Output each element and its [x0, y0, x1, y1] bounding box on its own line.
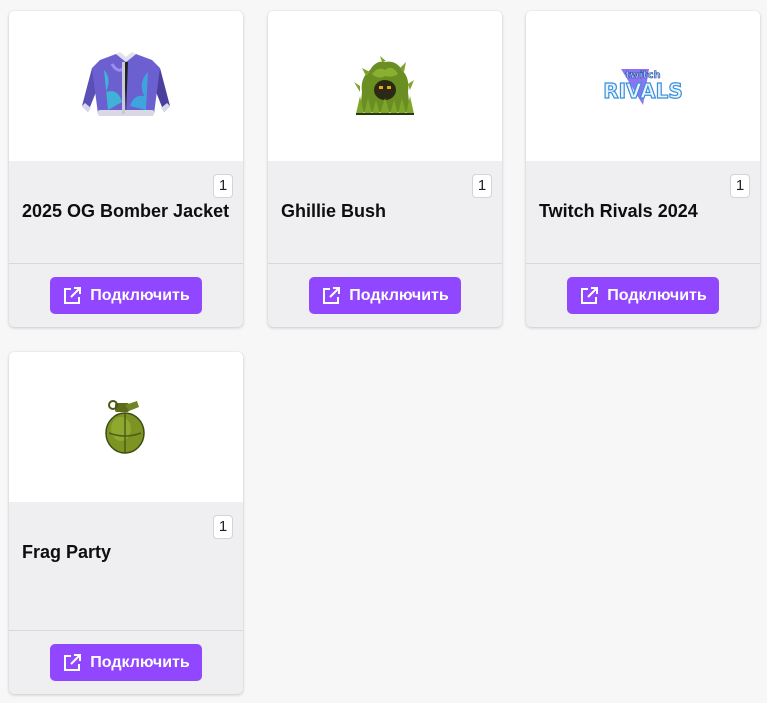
external-link-icon [62, 286, 82, 306]
drop-title: Frag Party [22, 542, 112, 562]
drop-title: 2025 OG Bomber Jacket [22, 201, 230, 221]
quantity-badge: 1 [213, 174, 233, 198]
bomber-jacket-icon [82, 52, 170, 116]
card-actions: Подключить [9, 264, 243, 327]
connect-button-label: Подключить [607, 286, 707, 304]
twitch-rivals-logo: twitch RIVALS [603, 69, 683, 105]
drop-thumbnail: twitch RIVALS [526, 11, 760, 161]
ghillie-bush-icon [354, 56, 414, 115]
connect-button-label: Подключить [349, 286, 449, 304]
external-link-icon [579, 286, 599, 306]
quantity-badge: 1 [213, 515, 233, 539]
drop-title: Ghillie Bush [281, 201, 387, 221]
connect-button[interactable]: Подключить [567, 277, 719, 314]
connect-button[interactable]: Подключить [50, 644, 202, 681]
drop-info: 1 Frag Party [9, 502, 243, 630]
drops-grid: 1 2025 OG Bomber Jacket Подключить 1 Ghi… [0, 0, 767, 703]
drop-card: 1 Frag Party Подключить [9, 352, 243, 694]
external-link-icon [321, 286, 341, 306]
drop-title: Twitch Rivals 2024 [539, 201, 698, 221]
connect-button[interactable]: Подключить [50, 277, 202, 314]
card-actions: Подключить [268, 264, 502, 327]
drop-card: 1 2025 OG Bomber Jacket Подключить [9, 11, 243, 327]
drop-info: 1 2025 OG Bomber Jacket [9, 161, 243, 263]
external-link-icon [62, 653, 82, 673]
quantity-badge: 1 [472, 174, 492, 198]
card-actions: Подключить [9, 631, 243, 694]
drop-info: 1 Twitch Rivals 2024 [526, 161, 760, 263]
connect-button-label: Подключить [90, 653, 190, 671]
quantity-badge: 1 [730, 174, 750, 198]
drop-thumbnail [9, 11, 243, 161]
connect-button[interactable]: Подключить [309, 277, 461, 314]
drop-thumbnail [268, 11, 502, 161]
drop-thumbnail [9, 352, 243, 502]
connect-button-label: Подключить [90, 286, 190, 304]
svg-text:RIVALS: RIVALS [603, 79, 683, 103]
card-actions: Подключить [526, 264, 760, 327]
drop-info: 1 Ghillie Bush [268, 161, 502, 263]
drop-card: twitch RIVALS 1 Twitch Rivals 2024 Подкл… [526, 11, 760, 327]
frag-grenade-icon [105, 400, 145, 454]
drop-card: 1 Ghillie Bush Подключить [268, 11, 502, 327]
